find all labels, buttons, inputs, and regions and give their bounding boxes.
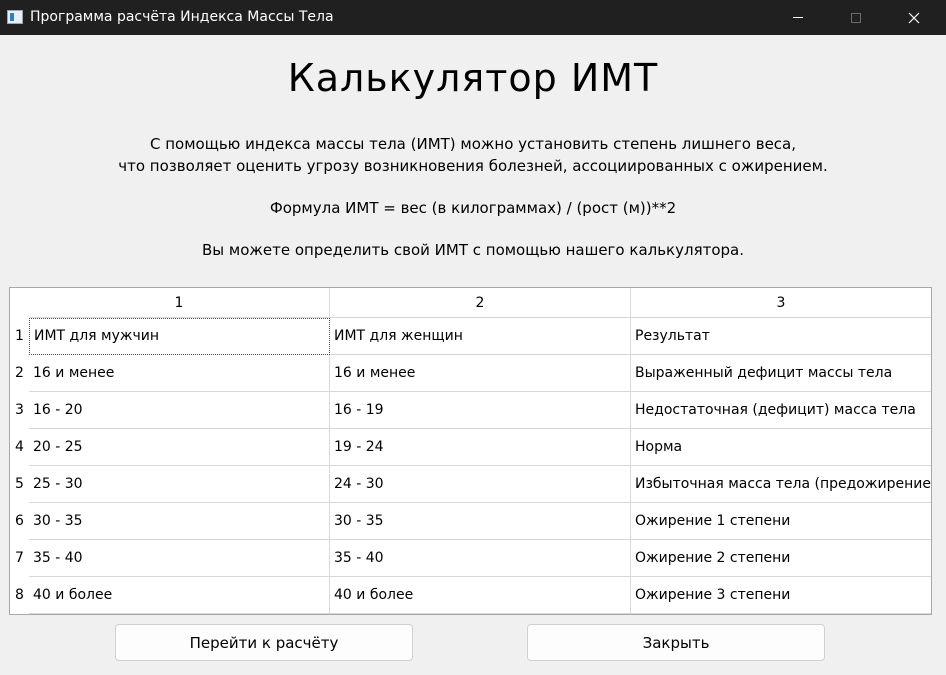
table-cell[interactable]: 30 - 35 [29, 503, 330, 540]
row-header[interactable]: 3 [10, 392, 29, 429]
maximize-button[interactable] [833, 0, 879, 35]
column-header[interactable]: 3 [631, 288, 931, 318]
row-header[interactable]: 2 [10, 355, 29, 392]
title-bar[interactable]: Программа расчёта Индекса Массы Тела [0, 0, 946, 35]
app-window-icon [7, 10, 23, 24]
column-header[interactable]: 2 [330, 288, 631, 318]
row-header[interactable]: 5 [10, 466, 29, 503]
page-title: Калькулятор ИМТ [287, 56, 659, 100]
table-cell[interactable]: Норма [631, 429, 931, 466]
minimize-button[interactable] [775, 0, 821, 35]
minimize-icon [793, 17, 803, 18]
maximize-icon [851, 12, 861, 23]
close-icon [908, 12, 920, 23]
table-cell[interactable]: 16 - 19 [330, 392, 631, 429]
table-cell[interactable]: 40 и более [29, 577, 330, 614]
description-line-2: что позволяет оценить угрозу возникновен… [118, 157, 828, 175]
column-header[interactable]: 1 [29, 288, 330, 318]
close-window-button[interactable] [891, 0, 937, 35]
table-cell[interactable]: 24 - 30 [330, 466, 631, 503]
table-cell[interactable]: Выраженный дефицит массы тела [631, 355, 931, 392]
table-cell[interactable]: 16 и менее [330, 355, 631, 392]
table-cell[interactable]: ИМТ для мужчин [29, 318, 330, 355]
table-cell[interactable]: 16 - 20 [29, 392, 330, 429]
window-title: Программа расчёта Индекса Массы Тела [30, 9, 334, 25]
table-cell[interactable]: Ожирение 3 степени [631, 577, 931, 614]
call-to-action-text: Вы можете определить свой ИМТ с помощью … [201, 241, 745, 259]
table-cell[interactable]: 20 - 25 [29, 429, 330, 466]
table-cell[interactable]: Ожирение 1 степени [631, 503, 931, 540]
table-cell[interactable]: 16 и менее [29, 355, 330, 392]
table-cell[interactable]: Недостаточная (дефицит) масса тела [631, 392, 931, 429]
row-header[interactable]: 7 [10, 540, 29, 577]
table-cell[interactable]: 35 - 40 [29, 540, 330, 577]
description-line-1: С помощью индекса массы тела (ИМТ) можно… [149, 135, 797, 153]
table-cell[interactable]: 40 и более [330, 577, 631, 614]
go-to-calculation-button[interactable]: Перейти к расчёту [115, 624, 413, 661]
bmi-table[interactable]: 1 2 3 1 ИМТ для мужчин ИМТ для женщин Результа… [9, 287, 932, 615]
table-cell[interactable]: 25 - 30 [29, 466, 330, 503]
close-button[interactable]: Закрыть [527, 624, 825, 661]
row-header[interactable]: 8 [10, 577, 29, 614]
formula-text: Формула ИМТ = вес (в килограммах) / (рос… [269, 199, 677, 217]
table-corner[interactable] [10, 288, 29, 318]
table-cell[interactable]: 35 - 40 [330, 540, 631, 577]
table-cell[interactable]: ИМТ для женщин [330, 318, 631, 355]
table-cell[interactable]: Ожирение 2 степени [631, 540, 931, 577]
row-header[interactable]: 4 [10, 429, 29, 466]
row-header[interactable]: 1 [10, 318, 29, 355]
table-cell[interactable]: 30 - 35 [330, 503, 631, 540]
table-cell[interactable]: 19 - 24 [330, 429, 631, 466]
table-cell[interactable]: Избыточная масса тела (предожирение) [631, 466, 931, 503]
row-header[interactable]: 6 [10, 503, 29, 540]
table-cell[interactable]: Результат [631, 318, 931, 355]
